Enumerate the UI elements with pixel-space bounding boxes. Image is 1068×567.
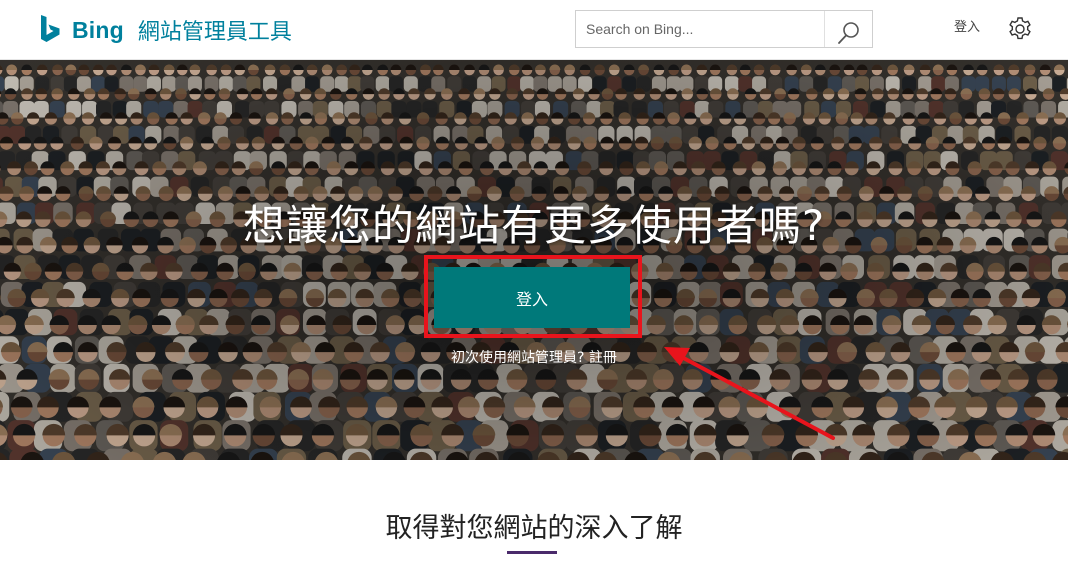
section-heading-underline xyxy=(507,551,557,554)
hero-title: 想讓您的網站有更多使用者嗎? xyxy=(242,201,826,250)
section-heading: 取得對您網站的深入了解 xyxy=(385,513,683,544)
search-input[interactable] xyxy=(576,11,826,47)
hero-signin-button[interactable]: 登入 xyxy=(434,267,630,328)
hero-banner: 想讓您的網站有更多使用者嗎? 登入 初次使用網站管理員? 註冊 xyxy=(0,60,1068,460)
register-link[interactable]: 註冊 xyxy=(589,350,617,366)
gear-icon[interactable] xyxy=(1007,16,1033,42)
first-time-text: 初次使用網站管理員? xyxy=(451,350,585,366)
brand-name: Bing xyxy=(72,16,124,43)
product-title: 網站管理員工具 xyxy=(137,20,292,45)
top-header: Bing 網站管理員工具 登入 xyxy=(0,0,1068,60)
search-icon xyxy=(837,21,859,44)
brand-logo[interactable]: Bing 網站管理員工具 xyxy=(40,14,292,46)
search-box xyxy=(575,10,873,48)
search-button[interactable] xyxy=(824,11,872,47)
first-time-prompt: 初次使用網站管理員? 註冊 xyxy=(0,347,1068,367)
header-signin-link[interactable]: 登入 xyxy=(954,16,980,35)
bing-logo-icon xyxy=(41,15,60,42)
